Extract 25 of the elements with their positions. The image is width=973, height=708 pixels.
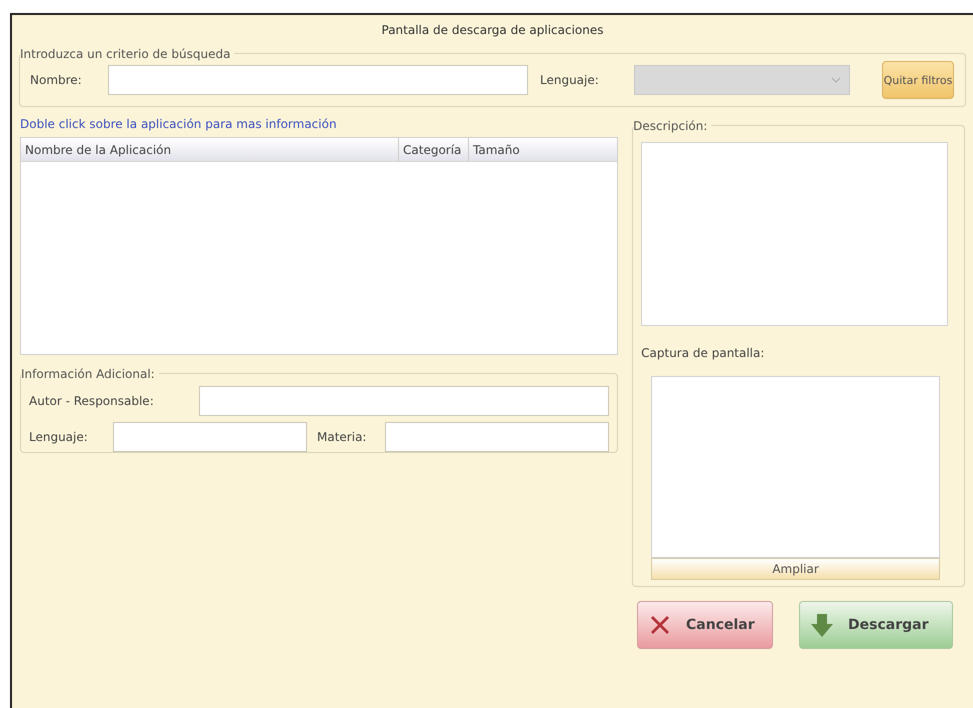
author-field[interactable] xyxy=(199,386,610,416)
language-label: Lenguaje: xyxy=(29,429,89,446)
group-legend: Descripción: xyxy=(633,117,712,135)
down-arrow-icon xyxy=(810,612,834,638)
column-header[interactable]: Categoría xyxy=(398,138,468,161)
enlarge-button[interactable]: Ampliar xyxy=(651,558,940,580)
applications-table[interactable]: Nombre de la Aplicación Categoría Tamaño xyxy=(20,137,618,355)
download-button[interactable]: Descargar xyxy=(799,601,953,649)
screenshot-label: Captura de pantalla: xyxy=(641,345,766,362)
window-title: Pantalla de descarga de aplicaciones xyxy=(380,22,604,39)
subject-label: Materia: xyxy=(317,429,368,446)
clear-filters-button[interactable]: Quitar filtros xyxy=(882,61,954,99)
cancel-button[interactable]: Cancelar xyxy=(637,601,773,649)
name-label: Nombre: xyxy=(30,72,83,89)
group-legend: Introduzca un criterio de búsqueda xyxy=(20,45,234,63)
subject-field[interactable] xyxy=(385,422,610,452)
language-field[interactable] xyxy=(113,422,307,452)
column-header[interactable]: Tamaño xyxy=(468,138,524,161)
column-header[interactable]: Nombre de la Aplicación xyxy=(21,138,398,161)
chevron-down-icon xyxy=(831,77,841,83)
description-area[interactable] xyxy=(641,142,948,326)
language-label: Lenguaje: xyxy=(540,72,600,89)
name-field[interactable] xyxy=(108,65,528,95)
hint-text: Doble click sobre la aplicación para mas información xyxy=(20,116,338,133)
author-label: Autor - Responsable: xyxy=(29,393,155,410)
